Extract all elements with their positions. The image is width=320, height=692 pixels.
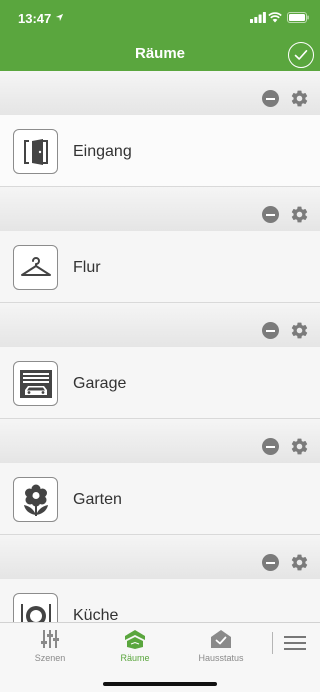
app-header: 13:47 Räume <box>0 0 320 71</box>
room-section-garage: Garage <box>0 303 320 419</box>
garage-icon <box>13 361 58 406</box>
room-section-flur: Flur <box>0 187 320 303</box>
room-section-toolbar <box>0 535 320 579</box>
remove-room-button[interactable] <box>262 206 279 223</box>
checkmark-icon <box>294 50 308 60</box>
tab-label: Szenen <box>34 653 66 663</box>
room-name: Garten <box>73 491 122 508</box>
remove-room-button[interactable] <box>262 322 279 339</box>
done-button[interactable] <box>288 42 314 68</box>
tab-szenen[interactable]: Szenen <box>18 623 82 671</box>
room-section-kueche: Küche <box>0 535 320 622</box>
tab-divider <box>272 632 273 654</box>
tab-label: Hausstatus <box>198 653 244 663</box>
remove-room-button[interactable] <box>262 438 279 455</box>
room-section-toolbar <box>0 419 320 463</box>
room-section-toolbar <box>0 187 320 231</box>
gear-icon[interactable] <box>290 89 309 108</box>
battery-icon <box>287 12 309 23</box>
room-row[interactable]: Küche <box>0 579 320 622</box>
tab-hausstatus[interactable]: Hausstatus <box>187 623 255 671</box>
room-name: Flur <box>73 259 101 276</box>
door-icon <box>13 129 58 174</box>
wifi-icon <box>268 12 282 23</box>
hanger-icon <box>13 245 58 290</box>
room-row[interactable]: Garten <box>0 463 320 535</box>
room-row[interactable]: Flur <box>0 231 320 303</box>
room-name: Eingang <box>73 143 132 160</box>
room-row[interactable]: Eingang <box>0 115 320 187</box>
room-list[interactable]: Eingang Flur Garage Garten Küche <box>0 71 320 622</box>
room-section-eingang: Eingang <box>0 71 320 187</box>
remove-room-button[interactable] <box>262 554 279 571</box>
house-icon <box>125 630 145 649</box>
gear-icon[interactable] <box>290 553 309 572</box>
house-check-icon <box>211 630 231 648</box>
hamburger-menu-icon[interactable] <box>284 635 306 651</box>
gear-icon[interactable] <box>290 437 309 456</box>
home-indicator <box>103 682 217 686</box>
room-row[interactable]: Garage <box>0 347 320 419</box>
room-section-toolbar <box>0 303 320 347</box>
sliders-icon <box>41 630 59 648</box>
page-title: Räume <box>134 45 186 62</box>
tab-raeume[interactable]: Räume <box>103 623 167 671</box>
room-section-toolbar <box>0 71 320 115</box>
dining-icon <box>13 593 58 622</box>
gear-icon[interactable] <box>290 321 309 340</box>
status-time: 13:47 <box>18 11 52 26</box>
gear-icon[interactable] <box>290 205 309 224</box>
flower-icon <box>13 477 58 522</box>
status-bar: 13:47 <box>0 0 320 36</box>
cellular-signal-icon <box>250 12 266 23</box>
room-section-garten: Garten <box>0 419 320 535</box>
remove-room-button[interactable] <box>262 90 279 107</box>
tab-label: Räume <box>120 653 150 663</box>
room-name: Garage <box>73 375 127 392</box>
room-name: Küche <box>73 607 119 622</box>
location-arrow-icon <box>55 13 64 22</box>
